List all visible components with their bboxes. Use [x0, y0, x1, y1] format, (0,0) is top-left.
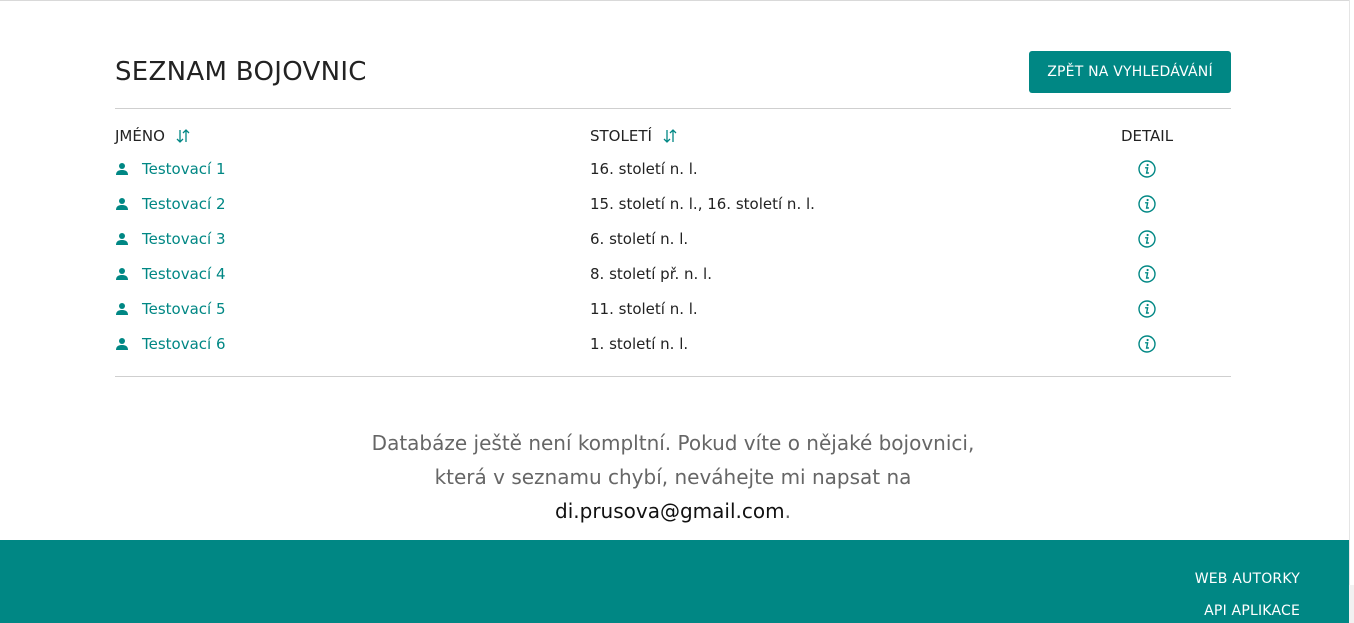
table-header: JMÉNO STOLETÍ DETAIL	[115, 127, 1231, 151]
top-border	[0, 0, 1349, 3]
table-row: Testovací 5 11. století n. l.	[115, 291, 1231, 326]
user-icon	[116, 162, 128, 175]
info-circle-icon[interactable]	[1137, 264, 1157, 284]
info-circle-icon[interactable]	[1137, 194, 1157, 214]
scrollbar[interactable]	[1349, 0, 1354, 623]
table-row: Testovací 6 1. století n. l.	[115, 326, 1231, 361]
name-cell: Testovací 4	[115, 256, 226, 291]
footer: WEB AUTORKY API APLIKACE	[0, 540, 1349, 623]
century-cell: 15. století n. l., 16. století n. l.	[590, 194, 815, 213]
user-icon	[116, 337, 128, 350]
notice-text-end: .	[784, 499, 791, 523]
column-header-century[interactable]: STOLETÍ	[590, 127, 678, 145]
detail-cell	[1137, 221, 1157, 256]
page-title: SEZNAM BOJOVNIC	[115, 57, 367, 87]
detail-cell	[1137, 186, 1157, 221]
column-header-detail: DETAIL	[1121, 127, 1174, 145]
detail-cell	[1137, 291, 1157, 326]
user-icon	[116, 197, 128, 210]
user-icon	[116, 267, 128, 280]
name-cell: Testovací 2	[115, 186, 226, 221]
century-cell: 6. století n. l.	[590, 229, 689, 248]
warrior-name-link[interactable]: Testovací 1	[142, 160, 226, 178]
name-cell: Testovací 5	[115, 291, 226, 326]
century-cell: 16. století n. l.	[590, 159, 698, 178]
notice-wrap: Databáze ještě není kompltní. Pokud víte…	[343, 426, 1003, 528]
info-circle-icon[interactable]	[1137, 299, 1157, 319]
warrior-name-link[interactable]: Testovací 6	[142, 335, 226, 353]
column-header-name[interactable]: JMÉNO	[115, 127, 191, 145]
notice-text: Databáze ještě není kompltní. Pokud víte…	[371, 431, 975, 489]
table-row: Testovací 4 8. století př. n. l.	[115, 256, 1231, 291]
sort-arrows-icon[interactable]	[662, 128, 678, 144]
footer-api-link[interactable]: API APLIKACE	[1204, 603, 1300, 619]
name-cell: Testovací 3	[115, 221, 226, 256]
info-circle-icon[interactable]	[1137, 334, 1157, 354]
info-circle-icon[interactable]	[1137, 159, 1157, 179]
century-cell: 8. století př. n. l.	[590, 264, 712, 283]
column-header-century-label: STOLETÍ	[590, 127, 652, 145]
table-row: Testovací 1 16. století n. l.	[115, 151, 1231, 186]
century-cell: 1. století n. l.	[590, 334, 689, 353]
century-cell: 11. století n. l.	[590, 299, 698, 318]
warriors-table: JMÉNO STOLETÍ DETAIL Testovací 1 16. sto…	[115, 127, 1231, 361]
warrior-name-link[interactable]: Testovací 3	[142, 230, 226, 248]
table-body: Testovací 1 16. století n. l. Testovací …	[115, 151, 1231, 361]
detail-cell	[1137, 151, 1157, 186]
name-cell: Testovací 6	[115, 326, 226, 361]
database-notice: Databáze ještě není kompltní. Pokud víte…	[115, 426, 1231, 528]
warrior-name-link[interactable]: Testovací 4	[142, 265, 226, 283]
user-icon	[116, 302, 128, 315]
table-row: Testovací 2 15. století n. l., 16. stole…	[115, 186, 1231, 221]
column-header-name-label: JMÉNO	[115, 127, 165, 145]
scrollbar-thumb[interactable]	[1349, 0, 1354, 585]
table-row: Testovací 3 6. století n. l.	[115, 221, 1231, 256]
contact-email-link[interactable]: di.prusova@gmail.com	[555, 499, 785, 523]
sort-arrows-icon[interactable]	[175, 128, 191, 144]
warrior-name-link[interactable]: Testovací 5	[142, 300, 226, 318]
user-icon	[116, 232, 128, 245]
page-header: SEZNAM BOJOVNIC ZPĚT NA VYHLEDÁVÁNÍ	[115, 51, 1231, 109]
name-cell: Testovací 1	[115, 151, 226, 186]
table-bottom-divider	[115, 376, 1231, 377]
detail-cell	[1137, 326, 1157, 361]
back-to-search-button[interactable]: ZPĚT NA VYHLEDÁVÁNÍ	[1029, 51, 1231, 93]
info-circle-icon[interactable]	[1137, 229, 1157, 249]
detail-cell	[1137, 256, 1157, 291]
warrior-name-link[interactable]: Testovací 2	[142, 195, 226, 213]
footer-web-link[interactable]: WEB AUTORKY	[1195, 571, 1300, 587]
